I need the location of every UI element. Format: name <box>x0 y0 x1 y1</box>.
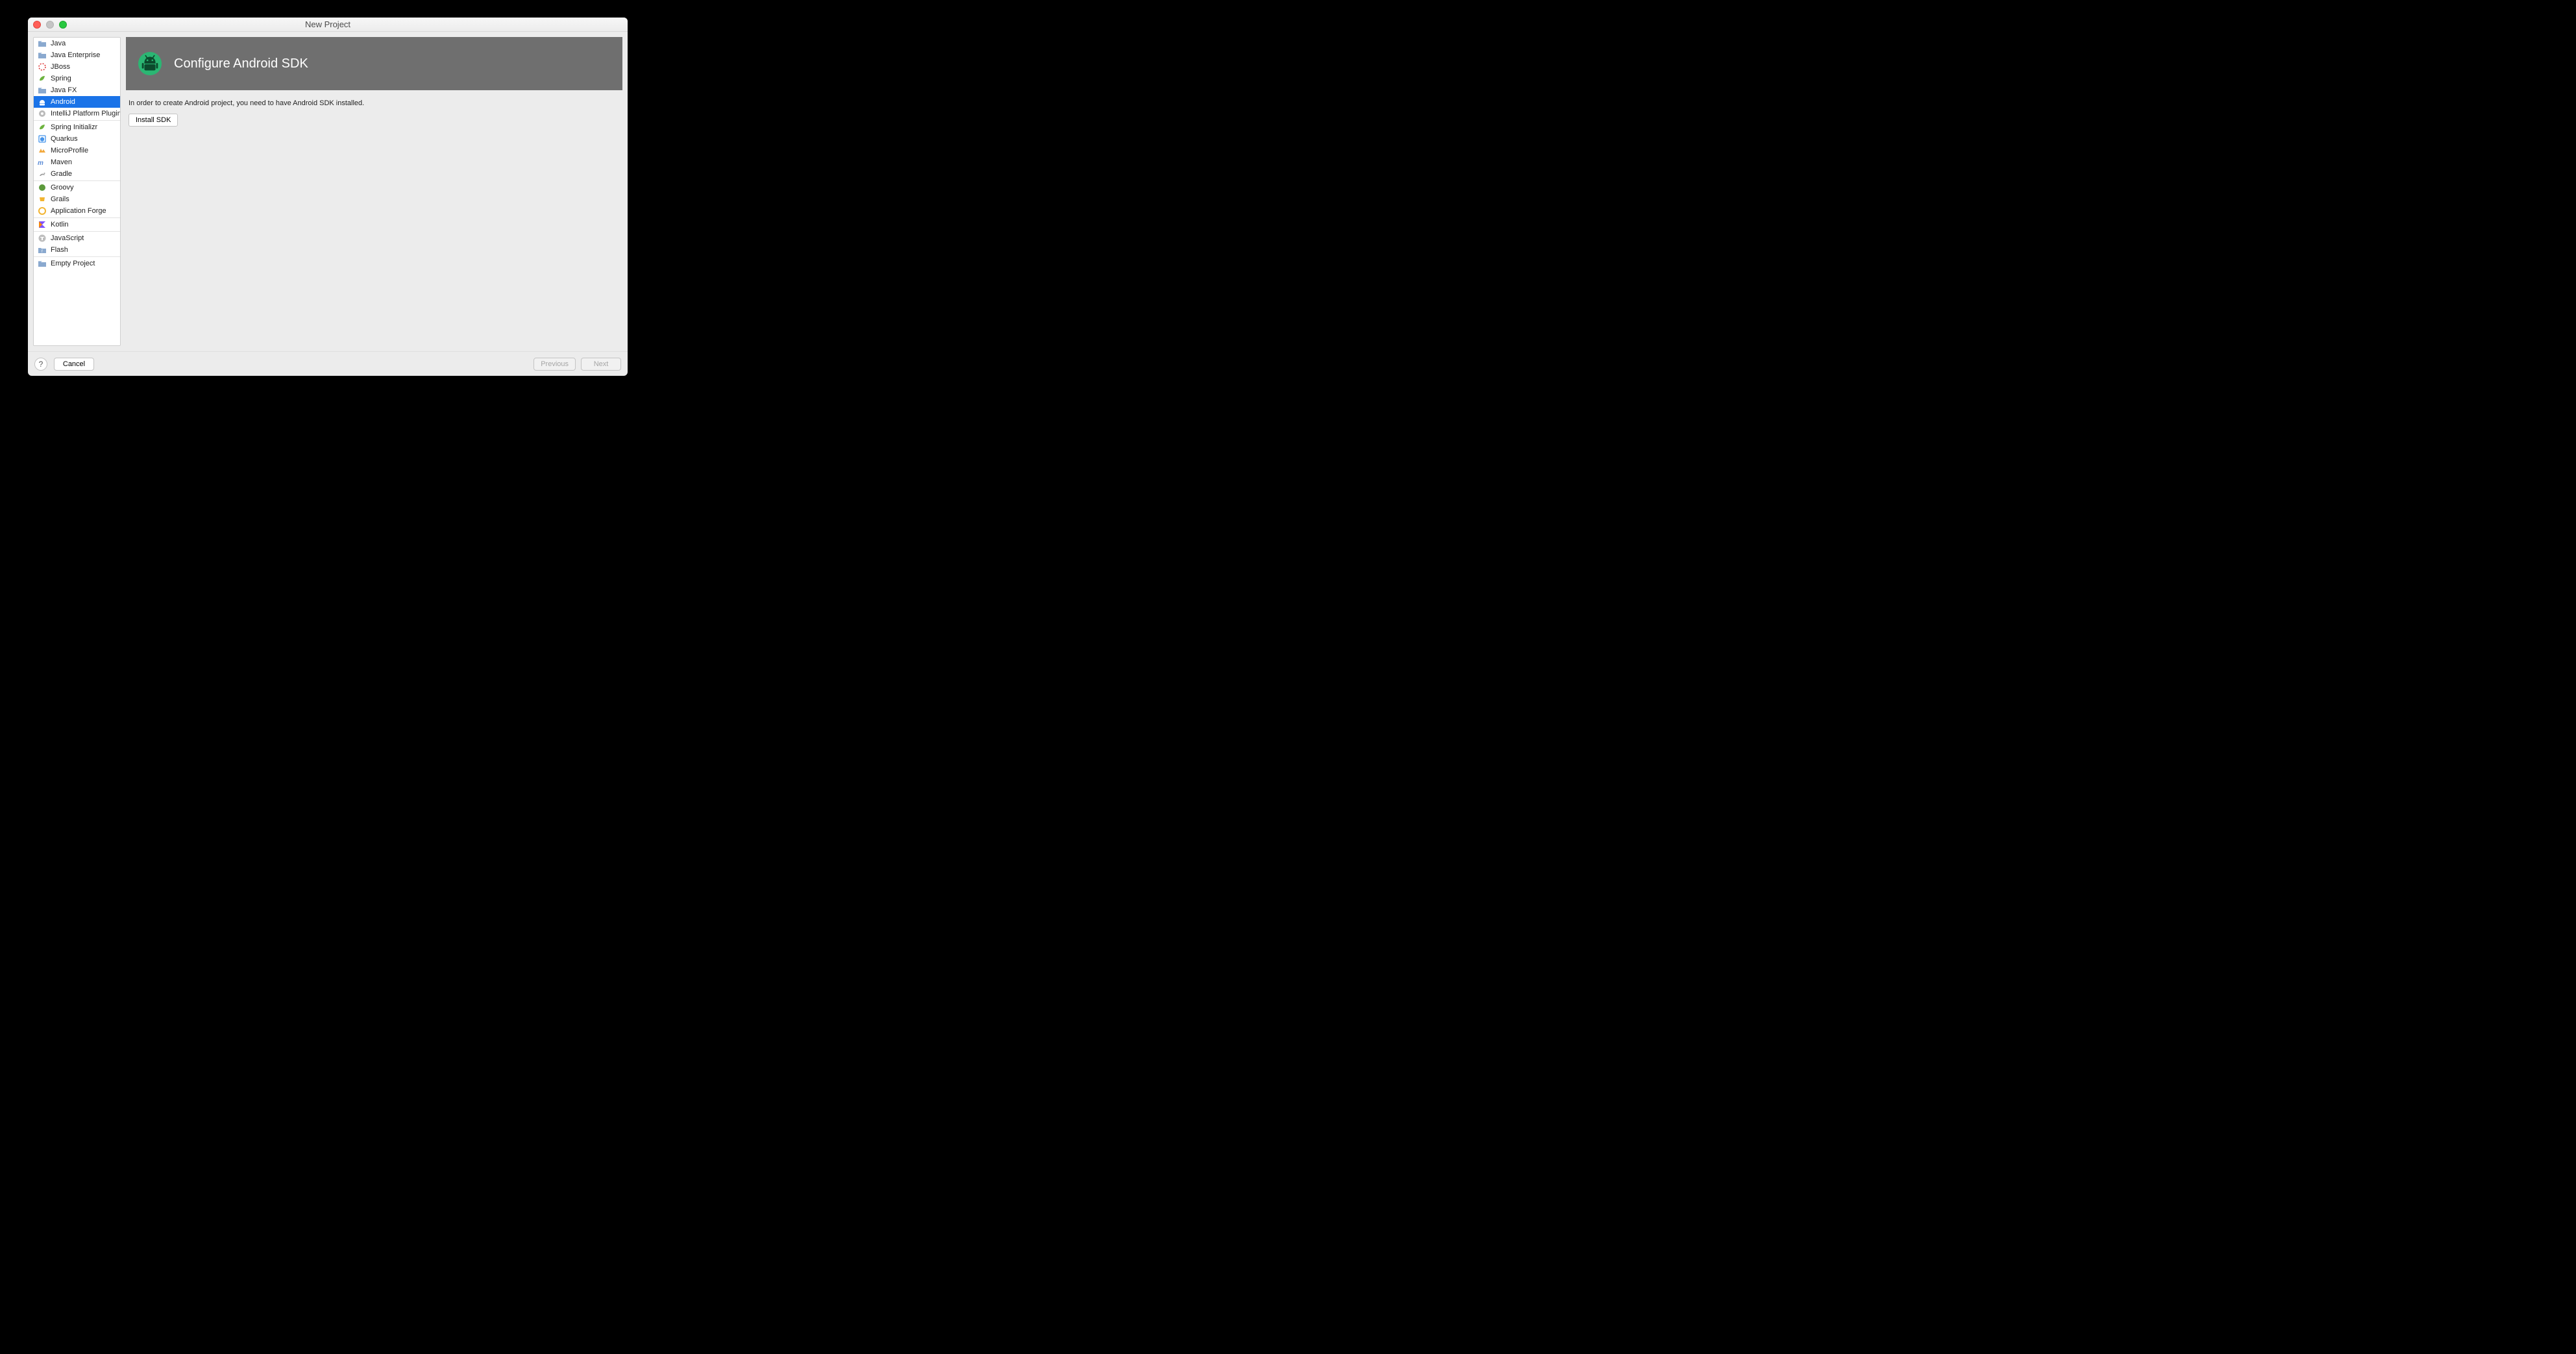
sidebar-item-jboss[interactable]: JBoss <box>34 61 120 73</box>
sidebar-separator <box>34 256 120 257</box>
sidebar-item-label: Gradle <box>51 170 72 178</box>
sidebar-item-label: Spring <box>51 75 71 82</box>
sidebar-item-spring-initializr[interactable]: Spring Initializr <box>34 121 120 133</box>
sidebar-item-label: Spring Initializr <box>51 123 97 131</box>
maven-icon: m <box>38 158 47 167</box>
sidebar-item-label: Maven <box>51 158 72 166</box>
titlebar: New Project <box>28 18 628 32</box>
sidebar-item-label: Kotlin <box>51 221 69 228</box>
sidebar-item-groovy[interactable]: Groovy <box>34 182 120 193</box>
sidebar-separator <box>34 217 120 218</box>
folder-icon <box>38 86 47 95</box>
sidebar-item-label: IntelliJ Platform Plugin <box>51 110 121 117</box>
sidebar-item-label: Groovy <box>51 184 73 191</box>
window-title: New Project <box>305 19 350 29</box>
kotlin-icon <box>38 220 47 229</box>
sidebar-item-java-enterprise[interactable]: Java Enterprise <box>34 49 120 61</box>
next-button: Next <box>581 358 621 371</box>
groovy-icon <box>38 183 47 192</box>
dialog-body: Java Java Enterprise JBoss Spring Java FX And… <box>28 32 628 351</box>
svg-text:m: m <box>38 160 43 167</box>
folder-icon <box>38 259 47 268</box>
intellij-icon <box>38 109 47 118</box>
new-project-window: New Project Java Java Enterprise JBoss Spri… <box>28 18 628 376</box>
sidebar-item-label: Java <box>51 40 66 47</box>
quarkus-icon <box>38 134 47 143</box>
banner-title: Configure Android SDK <box>174 56 308 71</box>
grails-icon <box>38 195 47 204</box>
sidebar-separator <box>34 120 120 121</box>
javascript-icon <box>38 234 47 243</box>
sidebar-item-java[interactable]: Java <box>34 38 120 49</box>
sidebar-item-label: Java Enterprise <box>51 51 100 59</box>
sidebar-item-quarkus[interactable]: Quarkus <box>34 133 120 145</box>
sidebar-item-java-fx[interactable]: Java FX <box>34 84 120 96</box>
project-type-sidebar: Java Java Enterprise JBoss Spring Java FX And… <box>33 37 121 346</box>
banner: Configure Android SDK <box>126 37 622 90</box>
sidebar-separator <box>34 180 120 181</box>
previous-button: Previous <box>534 358 576 371</box>
folder-java-icon <box>38 39 47 48</box>
minimize-window-button <box>46 21 54 29</box>
sidebar-separator <box>34 231 120 232</box>
cancel-button[interactable]: Cancel <box>54 358 94 371</box>
sidebar-item-label: MicroProfile <box>51 147 88 154</box>
window-controls <box>33 21 67 29</box>
microprofile-icon <box>38 146 47 155</box>
dialog-footer: ? Cancel Previous Next <box>28 351 628 376</box>
sidebar-item-label: Empty Project <box>51 260 95 267</box>
sidebar-item-label: JavaScript <box>51 234 84 242</box>
sidebar-item-grails[interactable]: Grails <box>34 193 120 205</box>
install-sdk-button[interactable]: Install SDK <box>129 114 178 127</box>
gradle-icon <box>38 169 47 178</box>
sidebar-item-maven[interactable]: m Maven <box>34 156 120 168</box>
sidebar-item-android[interactable]: Android <box>34 96 120 108</box>
jboss-icon <box>38 62 47 71</box>
main-panel: Configure Android SDK In order to create… <box>126 37 622 346</box>
sidebar-item-spring[interactable]: Spring <box>34 73 120 84</box>
sidebar-item-gradle[interactable]: Gradle <box>34 168 120 180</box>
sidebar-item-label: JBoss <box>51 63 70 71</box>
sdk-required-message: In order to create Android project, you … <box>129 99 620 107</box>
sidebar-item-microprofile[interactable]: MicroProfile <box>34 145 120 156</box>
sidebar-item-label: Flash <box>51 246 68 254</box>
sidebar-item-kotlin[interactable]: Kotlin <box>34 219 120 230</box>
flash-icon: f <box>38 245 47 254</box>
sidebar-item-javascript[interactable]: JavaScript <box>34 232 120 244</box>
forge-icon <box>38 206 47 215</box>
sidebar-item-application-forge[interactable]: Application Forge <box>34 205 120 217</box>
sidebar-item-label: Grails <box>51 195 69 203</box>
android-sdk-icon <box>138 51 162 76</box>
zoom-window-button[interactable] <box>59 21 67 29</box>
sidebar-item-intellij-platform-plugin[interactable]: IntelliJ Platform Plugin <box>34 108 120 119</box>
sidebar-item-label: Quarkus <box>51 135 78 143</box>
sidebar-item-empty-project[interactable]: Empty Project <box>34 258 120 269</box>
spring-icon <box>38 74 47 83</box>
android-icon <box>38 97 47 106</box>
close-window-button[interactable] <box>33 21 41 29</box>
sidebar-item-label: Application Forge <box>51 207 106 215</box>
help-button[interactable]: ? <box>34 358 47 371</box>
spring-icon <box>38 123 47 132</box>
sidebar-item-flash[interactable]: f Flash <box>34 244 120 256</box>
panel-content: In order to create Android project, you … <box>126 90 622 346</box>
sidebar-item-label: Java FX <box>51 86 77 94</box>
folder-java-icon <box>38 51 47 60</box>
sidebar-item-label: Android <box>51 98 75 106</box>
